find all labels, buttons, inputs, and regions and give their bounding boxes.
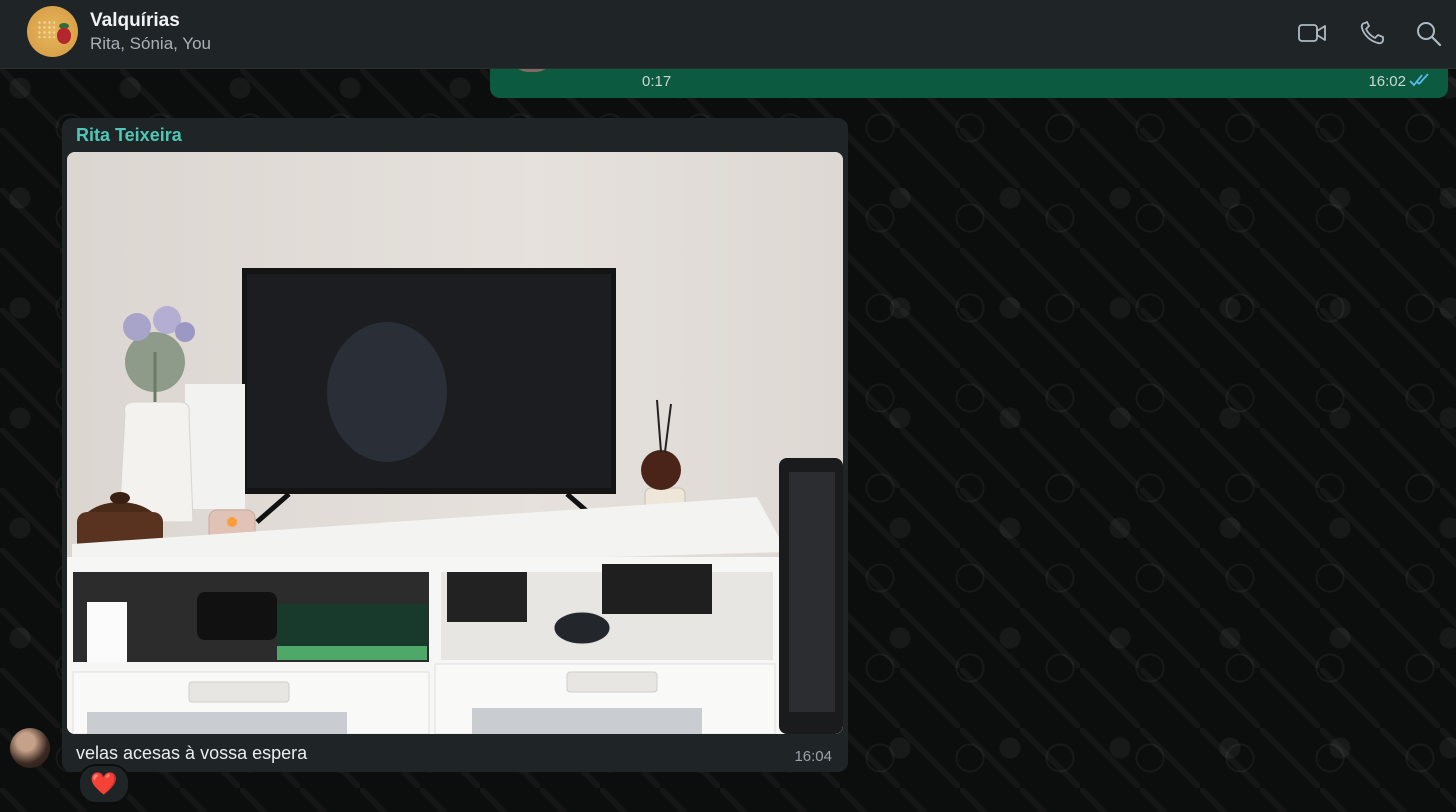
group-avatar[interactable]	[27, 6, 78, 57]
incoming-image-message[interactable]: Rita Teixeira velas acesas à vossa esper…	[62, 118, 848, 772]
chat-participants[interactable]: Rita, Sónia, You	[90, 34, 211, 54]
chat-title[interactable]: Valquírias	[90, 10, 180, 32]
video-call-icon[interactable]	[1297, 20, 1327, 46]
sender-avatar[interactable]	[10, 728, 50, 768]
heart-reaction-icon: ❤️	[90, 771, 118, 796]
shared-photo[interactable]	[67, 152, 843, 734]
voice-duration: 0:17	[642, 73, 672, 90]
sender-name[interactable]: Rita Teixeira	[76, 125, 182, 146]
voice-call-icon[interactable]	[1358, 20, 1388, 46]
message-time: 16:02	[1368, 73, 1406, 90]
message-time: 16:04	[794, 748, 832, 765]
chat-header: Valquírias Rita, Sónia, You	[0, 0, 1456, 69]
search-icon[interactable]	[1414, 20, 1444, 47]
image-caption: velas acesas à vossa espera	[76, 743, 308, 763]
reaction-badge[interactable]: ❤️	[78, 764, 130, 804]
read-ticks-icon	[1408, 72, 1430, 88]
